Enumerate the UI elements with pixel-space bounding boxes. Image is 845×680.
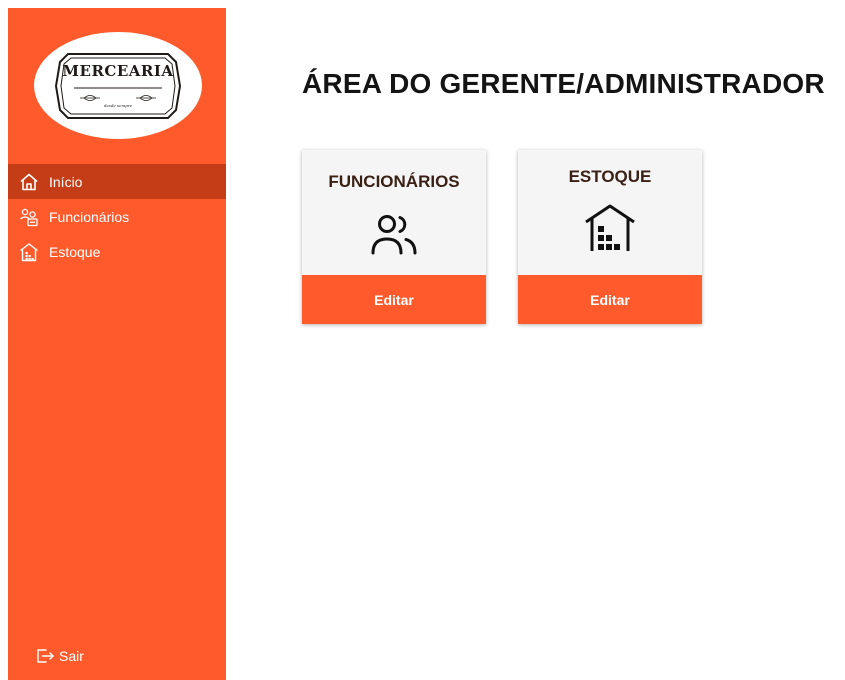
sidebar-item-estoque[interactable]: Estoque [8, 234, 226, 269]
sidebar-item-label: Início [49, 173, 83, 190]
users-icon [18, 206, 40, 228]
card-funcionarios: FUNCIONÁRIOS Editar [302, 150, 486, 324]
warehouse-icon [18, 241, 40, 263]
logout-button[interactable]: Sair [34, 645, 84, 667]
edit-estoque-button[interactable]: Editar [518, 275, 702, 324]
sidebar-item-funcionarios[interactable]: Funcionários [8, 199, 226, 234]
logout-label: Sair [59, 648, 84, 664]
card-title: ESTOQUE [568, 167, 652, 186]
logo-wordmark: MERCEARIA [62, 62, 174, 80]
card-title: FUNCIONÁRIOS [328, 172, 460, 191]
card-estoque: ESTOQUE Editar [518, 150, 702, 324]
warehouse-icon [518, 203, 702, 253]
edit-funcionarios-button[interactable]: Editar [302, 275, 486, 324]
home-icon [18, 171, 40, 193]
sidebar-item-label: Estoque [49, 243, 101, 260]
brand-logo: MERCEARIA desde sempre [34, 32, 202, 139]
sidebar: MERCEARIA desde sempre Início Funcionári… [8, 8, 226, 680]
logo-frame-graphic [54, 53, 182, 119]
sidebar-item-inicio[interactable]: Início [8, 164, 226, 199]
app-window: MERCEARIA desde sempre Início Funcionári… [0, 0, 845, 680]
sidebar-item-label: Funcionários [49, 208, 130, 225]
logo-tagline: desde sempre [103, 103, 133, 108]
sidebar-nav: Início Funcionários Estoque [8, 164, 226, 269]
logout-icon [34, 645, 56, 667]
users-icon [302, 213, 486, 255]
page-title: ÁREA DO GERENTE/ADMINISTRADOR [302, 68, 825, 99]
